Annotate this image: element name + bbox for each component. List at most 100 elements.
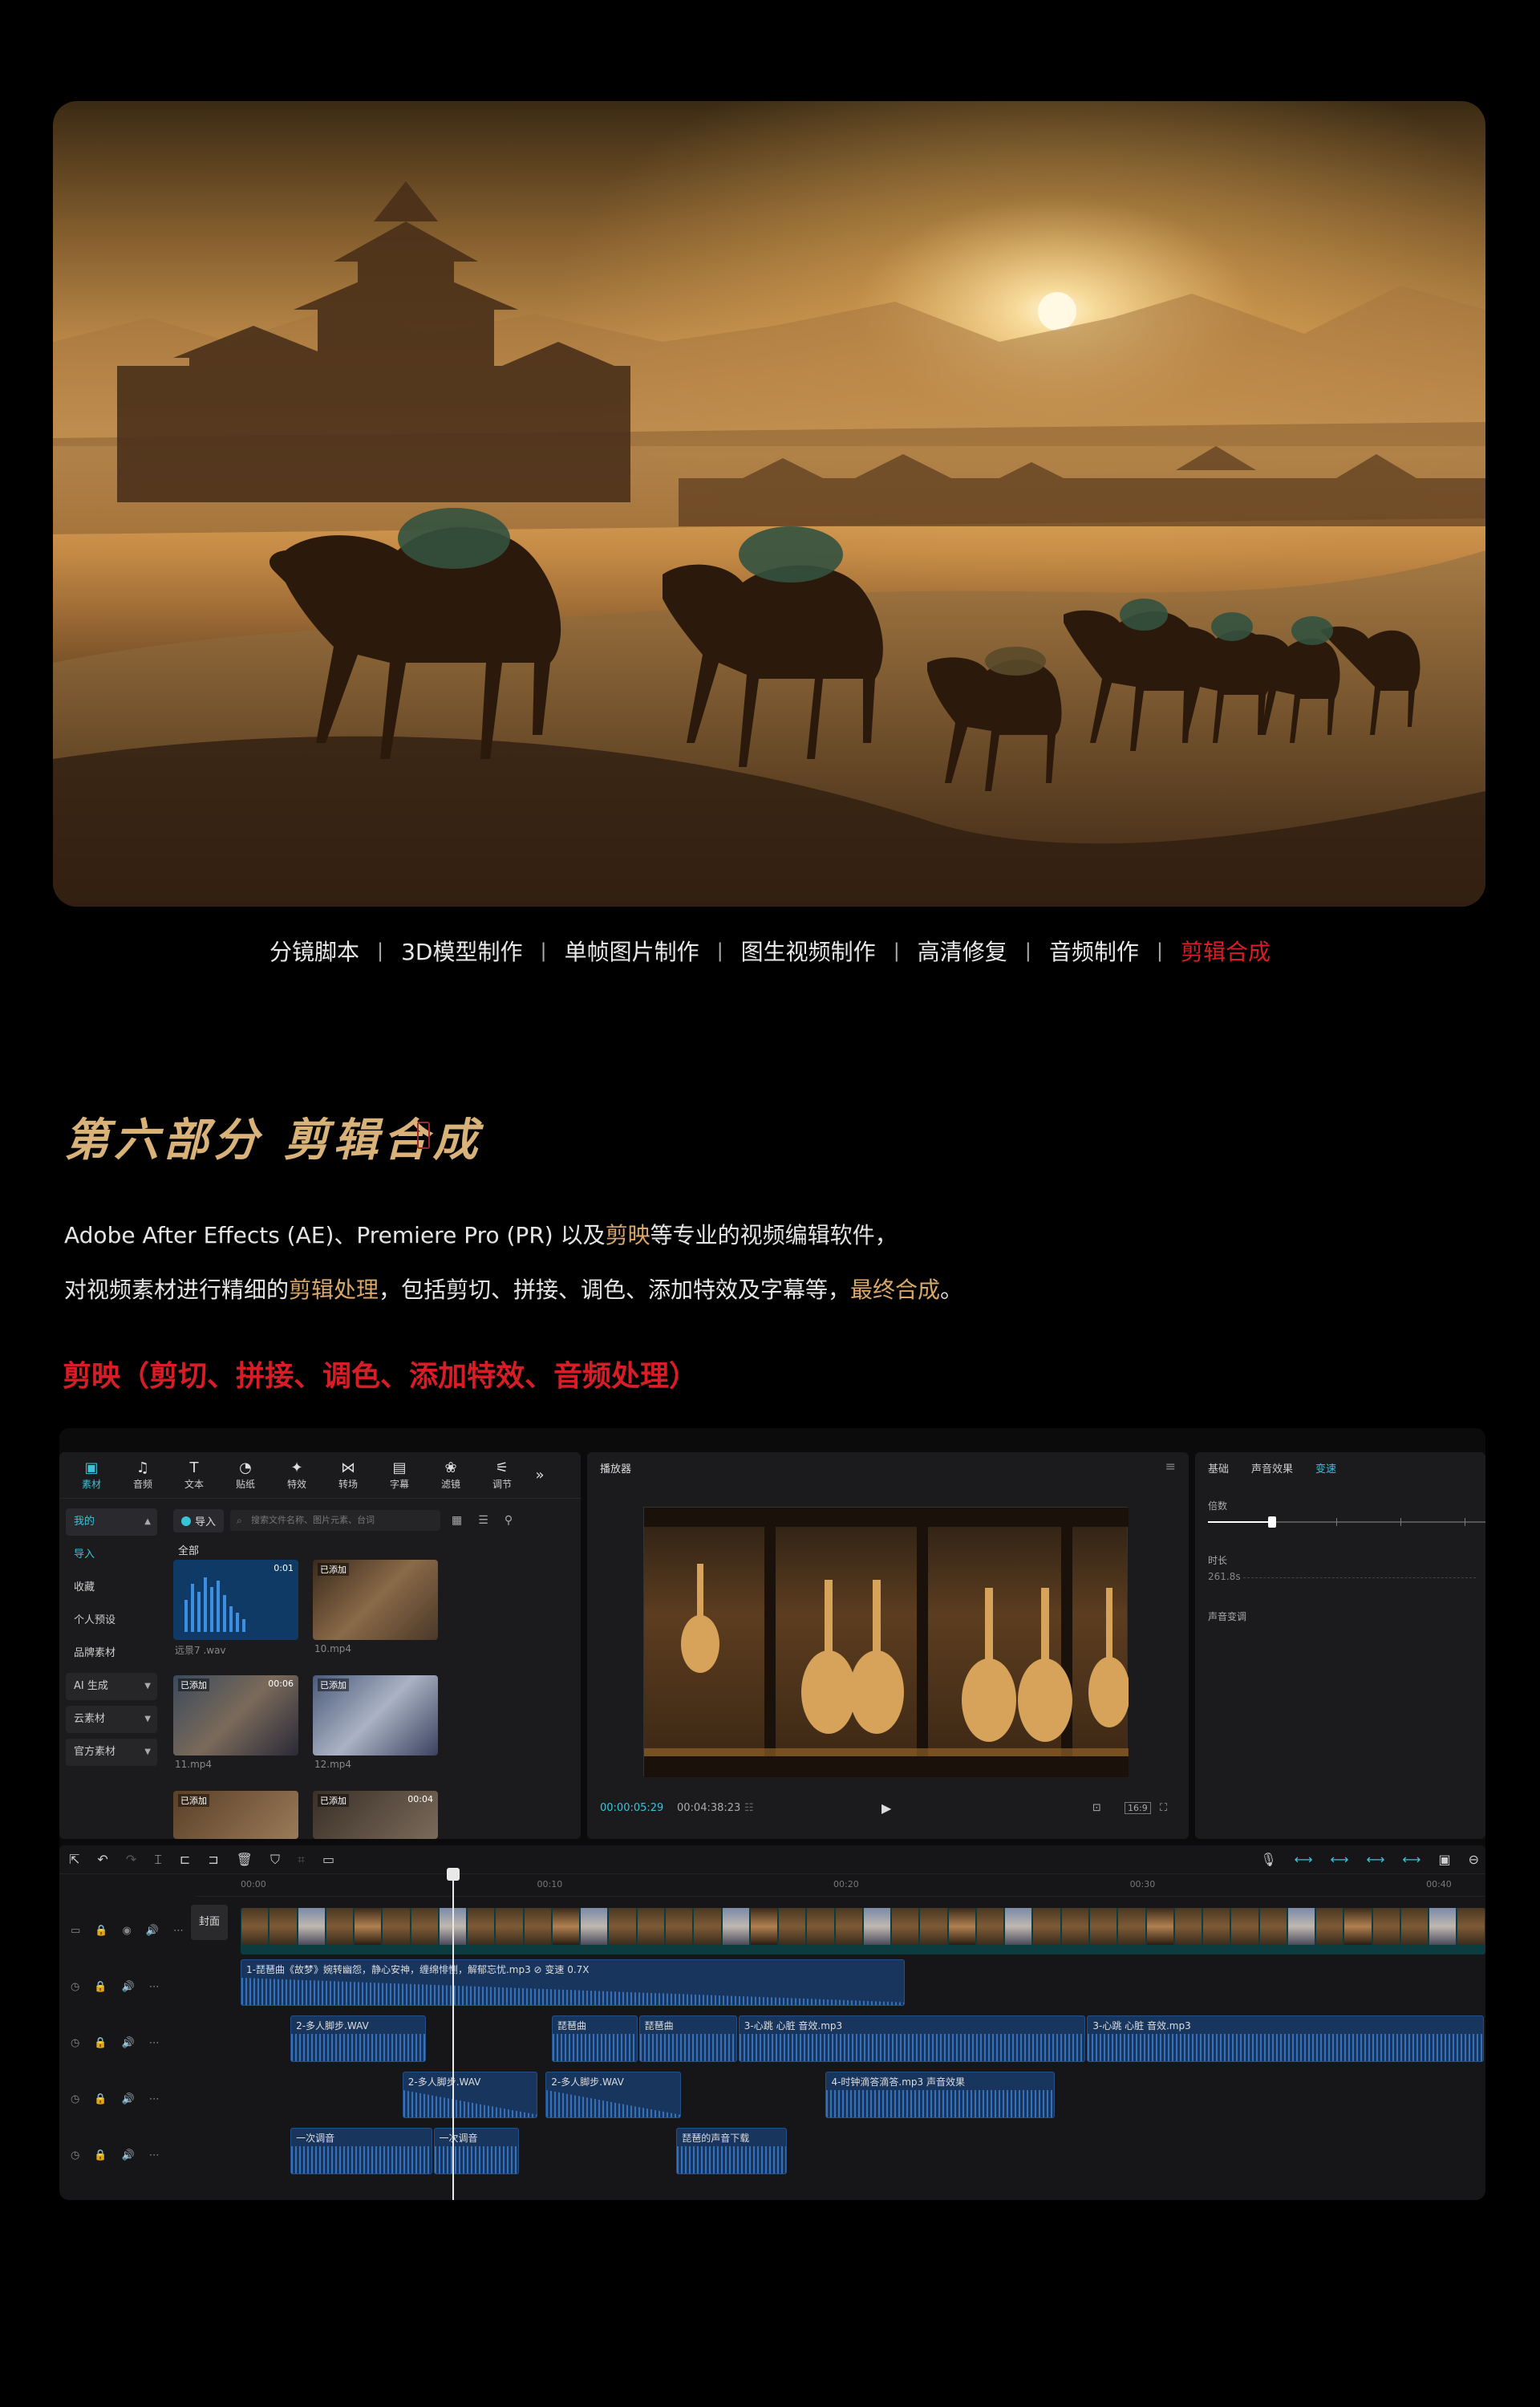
nav-item-image-to-video[interactable]: 图生视频制作 [741, 935, 876, 967]
lock-icon[interactable]: 🔒 [94, 2037, 107, 2049]
caption-icon: ▤ [392, 1459, 407, 1476]
sidebar-label: 收藏 [74, 1581, 95, 1593]
sidebar-item-import[interactable]: 导入 [66, 1541, 157, 1569]
media-search-input[interactable]: ⌕ 搜索文件名称、图片元素、台词 [230, 1510, 441, 1531]
audio-clip[interactable]: 一次调音 [290, 2128, 432, 2174]
menu-icon[interactable]: ≡ [1165, 1459, 1176, 1474]
text-segment: ，包括剪切、拼接、调色、添加特效及字幕等， [379, 1277, 851, 1303]
select-tool-icon[interactable]: ⇱ [69, 1852, 79, 1867]
media-thumb-video[interactable]: 已添加 00:06 [173, 1675, 298, 1756]
sidebar-item-presets[interactable]: 个人预设 [66, 1607, 157, 1634]
media-thumb-video[interactable]: 已添加 00:04 [313, 1791, 438, 1839]
filter-menu-icon[interactable]: ⚲ [500, 1514, 517, 1527]
screenshot-icon[interactable]: ⊡ [1092, 1802, 1101, 1814]
audio-clip[interactable]: 琵琶曲 [638, 2015, 737, 2062]
nav-item-editing[interactable]: 剪辑合成 [1181, 935, 1270, 967]
lock-icon[interactable]: 🔒 [94, 1981, 107, 1993]
tool-adjust[interactable]: ⚟ 调节 [476, 1459, 528, 1491]
pipa-showcase-frame [644, 1508, 1130, 1777]
audio-clip[interactable]: 2-多人脚步.WAV [402, 2072, 538, 2118]
tool-media[interactable]: ▣ 素材 [66, 1459, 117, 1491]
sidebar-item-mine[interactable]: 我的 ▲ [66, 1508, 157, 1536]
cover-button[interactable]: 封面 [191, 1905, 228, 1940]
tab-sound-effect[interactable]: 声音效果 [1251, 1460, 1293, 1475]
lock-icon[interactable]: 🔒 [95, 1925, 107, 1937]
sort-icon[interactable]: ☰ [473, 1514, 493, 1527]
media-thumb-video[interactable]: 已添加 [313, 1675, 438, 1756]
media-thumb-video[interactable]: 已添加 [313, 1560, 438, 1640]
tool-filter[interactable]: ❀ 滤镜 [425, 1459, 476, 1491]
audio-clip[interactable]: 4-时钟滴答滴答.mp3 声音效果 [825, 2072, 1055, 2118]
audio-waveform [291, 2146, 432, 2174]
split-right-icon[interactable]: ⊐ [208, 1852, 218, 1867]
nav-item-audio[interactable]: 音频制作 [1049, 935, 1139, 967]
expand-toolbar-button[interactable]: » [528, 1467, 552, 1484]
more-icon[interactable]: ⋯ [149, 1981, 160, 1993]
timeline-grid-icon[interactable]: ☷ [744, 1802, 754, 1814]
tool-audio[interactable]: ♫ 音频 [117, 1459, 168, 1491]
audio-clip[interactable]: 1-琵琶曲《故梦》婉转幽怨，静心安神，缠绵悱恻，解郁忘忧.mp3 ⊘ 变速 0.… [241, 1959, 906, 2006]
ratio-button[interactable]: 16:9 [1125, 1802, 1151, 1814]
more-icon[interactable]: ⋯ [149, 2093, 160, 2105]
tool-effects[interactable]: ✦ 特效 [271, 1459, 322, 1491]
volume-icon[interactable]: 🔊 [122, 2093, 135, 2105]
volume-icon[interactable]: 🔊 [122, 1981, 135, 1993]
preview-screen[interactable] [643, 1507, 1130, 1777]
sidebar-item-brand[interactable]: 品牌素材 [66, 1640, 157, 1667]
nav-item-hd-restore[interactable]: 高清修复 [918, 935, 1007, 967]
playhead[interactable] [446, 1868, 460, 2200]
tab-speed[interactable]: 变速 [1315, 1460, 1336, 1475]
chevron-down-icon: ▼ [144, 1682, 151, 1691]
audio-clip[interactable]: 琵琶的声音下载 [676, 2128, 787, 2174]
slider-tick [1336, 1518, 1337, 1526]
volume-icon[interactable]: 🔊 [122, 2037, 135, 2049]
tool-transition[interactable]: ⋈ 转场 [322, 1459, 374, 1491]
grid-view-icon[interactable]: ▦ [447, 1514, 467, 1527]
tool-sticker[interactable]: ◔ 贴纸 [220, 1459, 271, 1491]
audio-clip[interactable]: 3-心跳 心脏 音效.mp3 [738, 2015, 1086, 2062]
undo-icon[interactable]: ↶ [97, 1852, 107, 1867]
lock-icon[interactable]: 🔒 [94, 2093, 107, 2105]
play-button[interactable]: ▶ [881, 1800, 891, 1816]
audio-clip[interactable]: 3-心跳 心脏 音效.mp3 [1087, 2015, 1484, 2062]
more-icon[interactable]: ⋯ [149, 2149, 160, 2161]
media-thumb-video[interactable]: 已添加 [173, 1791, 298, 1839]
nav-item-single-frame[interactable]: 单帧图片制作 [565, 935, 699, 967]
speed-slider[interactable] [1208, 1516, 1485, 1528]
redo-icon[interactable]: ↷ [126, 1852, 136, 1867]
audio-clip[interactable]: 一次调音 [433, 2128, 520, 2174]
audio-clip-label: 琵琶曲 [557, 2020, 587, 2032]
lock-icon[interactable]: 🔒 [94, 2149, 107, 2161]
audio-clip[interactable]: 2-多人脚步.WAV [545, 2072, 681, 2118]
sidebar-item-official[interactable]: 官方素材 ▼ [66, 1739, 157, 1766]
split-icon[interactable]: ⌶ [154, 1852, 162, 1868]
media-icon: ▣ [84, 1459, 99, 1476]
player-title: 播放器 [600, 1463, 632, 1475]
import-button[interactable]: 导入 [173, 1508, 225, 1532]
intro-line-2: 对视频素材进行精细的剪辑处理，包括剪切、拼接、调色、添加特效及字幕等，最终合成。 [64, 1273, 962, 1305]
more-icon[interactable]: ⋯ [149, 2037, 160, 2049]
eye-icon[interactable]: ◉ [122, 1925, 131, 1937]
split-left-icon[interactable]: ⊏ [180, 1852, 190, 1867]
fullscreen-icon[interactable]: ⛶ [1160, 1802, 1167, 1814]
added-badge: 已添加 [318, 1678, 349, 1691]
nav-item-storyboard[interactable]: 分镜脚本 [270, 935, 359, 967]
sidebar-item-cloud[interactable]: 云素材 ▼ [66, 1706, 157, 1733]
nav-item-3d-model[interactable]: 3D模型制作 [401, 935, 522, 967]
nav-separator: | [1024, 940, 1031, 962]
audio-clip[interactable]: 2-多人脚步.WAV [290, 2015, 426, 2062]
sidebar-item-ai[interactable]: AI 生成 ▼ [66, 1673, 157, 1700]
volume-icon[interactable]: 🔊 [146, 1925, 159, 1937]
tool-text[interactable]: T 文本 [168, 1459, 220, 1491]
sidebar-item-favorites[interactable]: 收藏 [66, 1574, 157, 1601]
media-thumb-audio[interactable]: 0:01 [173, 1560, 298, 1640]
audio-clip[interactable]: 琵琶曲 [552, 2015, 638, 2062]
tool-caption[interactable]: ▤ 字幕 [374, 1459, 425, 1491]
volume-icon[interactable]: 🔊 [122, 2149, 135, 2161]
playhead-handle[interactable] [446, 1868, 460, 1881]
tab-basic[interactable]: 基础 [1208, 1460, 1229, 1475]
attribute-panel: 基础 声音效果 变速 倍数 时长 261.8s 声音变调 [1195, 1452, 1485, 1839]
slider-knob[interactable] [1267, 1516, 1276, 1528]
tab-all[interactable]: 全部 [178, 1542, 199, 1557]
more-icon[interactable]: ⋯ [173, 1925, 184, 1937]
